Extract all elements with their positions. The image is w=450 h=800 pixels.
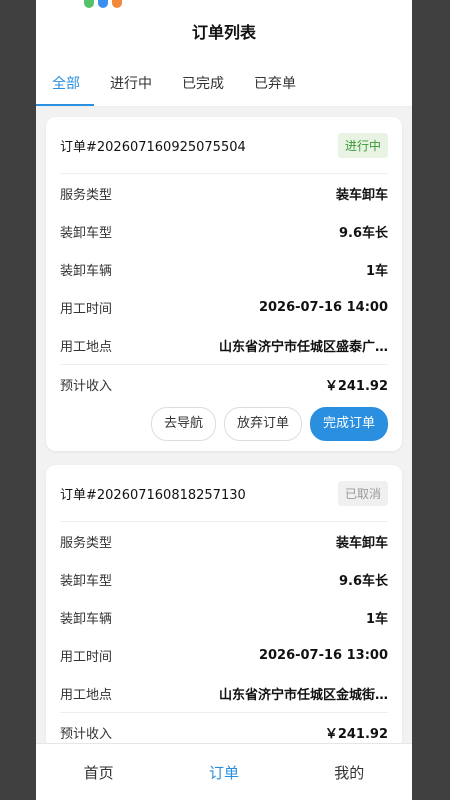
detail-row: 服务类型 装车卸车 (60, 174, 388, 212)
detail-label: 装卸车型 (60, 573, 113, 589)
detail-label: 用工时间 (60, 301, 113, 317)
detail-label: 用工地点 (60, 687, 113, 703)
order-number: 订单#202607160818257130 (60, 487, 246, 503)
income-value: ￥241.92 (324, 378, 388, 394)
order-number: 订单#202607160925075504 (60, 139, 246, 155)
detail-value: 山东省济宁市任城区盛泰广… (218, 339, 388, 355)
order-actions: 去导航 放弃订单 完成订单 (60, 403, 388, 451)
phone-screen: 订单列表 全部 进行中 已完成 已弃单 订单#20260716092507550… (36, 0, 412, 800)
detail-value: 装车卸车 (335, 535, 388, 551)
detail-value: 9.6车长 (338, 225, 388, 241)
income-value: ￥241.92 (324, 726, 388, 742)
order-card[interactable]: 订单#202607160925075504 进行中 服务类型 装车卸车 装卸车型… (46, 117, 402, 451)
tab-all[interactable]: 全部 (36, 66, 94, 106)
detail-row: 用工时间 2026-07-16 14:00 (60, 288, 388, 326)
detail-row: 装卸车型 9.6车长 (60, 560, 388, 598)
detail-row: 用工地点 山东省济宁市任城区金城街… (60, 674, 388, 712)
detail-label: 装卸车辆 (60, 263, 113, 279)
detail-row-income: 预计收入 ￥241.92 (60, 364, 388, 403)
order-list: 订单#202607160925075504 进行中 服务类型 装车卸车 装卸车型… (36, 107, 412, 751)
order-tabs: 全部 进行中 已完成 已弃单 (36, 66, 412, 107)
nav-orders[interactable]: 订单 (179, 762, 269, 783)
detail-label: 用工时间 (60, 649, 113, 665)
detail-value: 1车 (365, 263, 388, 279)
status-badge: 已取消 (337, 480, 388, 506)
detail-label: 装卸车辆 (60, 611, 113, 627)
page-title: 订单列表 (191, 23, 256, 42)
app-icon-blue (98, 0, 108, 8)
order-card-header: 订单#202607160818257130 已取消 (60, 465, 388, 522)
tab-completed[interactable]: 已完成 (182, 66, 224, 106)
detail-value: 山东省济宁市任城区金城街… (218, 687, 388, 703)
detail-label: 预计收入 (60, 378, 113, 394)
detail-value: 9.6车长 (338, 573, 388, 589)
detail-label: 预计收入 (60, 726, 113, 742)
detail-value: 2026-07-16 14:00 (258, 299, 388, 315)
bottom-navigation: 首页 订单 我的 (36, 743, 412, 800)
navigate-button[interactable]: 去导航 (150, 407, 216, 441)
abandon-order-button[interactable]: 放弃订单 (223, 407, 302, 441)
detail-value: 装车卸车 (335, 187, 388, 203)
status-badge: 进行中 (337, 132, 388, 158)
nav-profile[interactable]: 我的 (304, 762, 394, 783)
order-card[interactable]: 订单#202607160818257130 已取消 服务类型 装车卸车 装卸车型… (46, 465, 402, 751)
app-icon-orange (112, 0, 122, 8)
detail-row: 服务类型 装车卸车 (60, 522, 388, 560)
detail-row: 装卸车辆 1车 (60, 598, 388, 636)
order-card-header: 订单#202607160925075504 进行中 (60, 117, 388, 174)
app-icon-green (84, 0, 94, 8)
nav-home[interactable]: 首页 (54, 762, 144, 783)
detail-row: 装卸车型 9.6车长 (60, 212, 388, 250)
status-icons (84, 0, 122, 8)
detail-value: 1车 (365, 611, 388, 627)
page-header: 订单列表 (36, 16, 412, 66)
detail-row: 用工时间 2026-07-16 13:00 (60, 636, 388, 674)
status-bar (36, 0, 412, 16)
detail-label: 用工地点 (60, 339, 113, 355)
detail-label: 服务类型 (60, 535, 113, 551)
detail-row: 装卸车辆 1车 (60, 250, 388, 288)
detail-label: 装卸车型 (60, 225, 113, 241)
detail-row: 用工地点 山东省济宁市任城区盛泰广… (60, 326, 388, 364)
detail-value: 2026-07-16 13:00 (258, 647, 388, 663)
complete-order-button[interactable]: 完成订单 (309, 407, 388, 441)
tab-in-progress[interactable]: 进行中 (110, 66, 152, 106)
detail-label: 服务类型 (60, 187, 113, 203)
tab-abandoned[interactable]: 已弃单 (254, 66, 296, 106)
